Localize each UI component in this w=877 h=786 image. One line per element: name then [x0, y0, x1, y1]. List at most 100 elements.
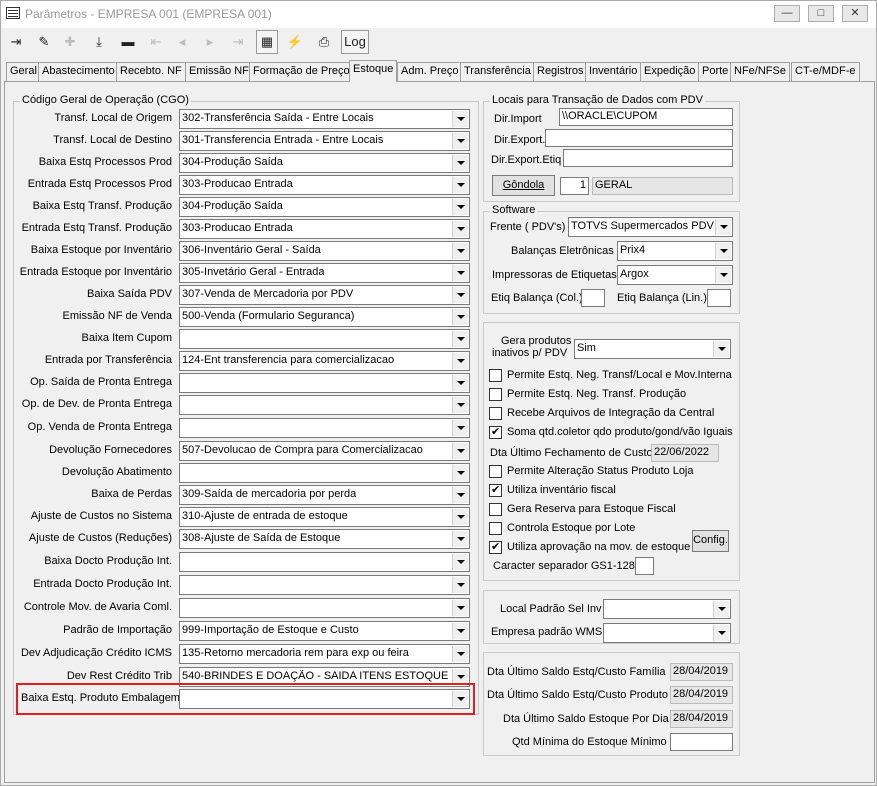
cgo-row-select[interactable]: 303-Producao Entrada [179, 219, 470, 239]
chevron-down-icon[interactable] [452, 577, 468, 593]
chevron-down-icon[interactable] [715, 219, 731, 235]
filter-icon[interactable]: ⚡ [284, 30, 306, 54]
chevron-down-icon[interactable] [452, 221, 468, 237]
tab-expedicao[interactable]: Expedição [640, 62, 700, 81]
cgo-row-select[interactable]: 306-Inventário Geral - Saída [179, 241, 470, 261]
chevron-down-icon[interactable] [452, 177, 468, 193]
exit-icon[interactable]: ⇥ [5, 30, 27, 54]
cgo-row-select[interactable]: 301-Transferencia Entrada - Entre Locais [179, 131, 470, 151]
permite-estq-neg-producao-checkbox[interactable] [489, 388, 502, 401]
tab-recebto-nf[interactable]: Recebto. NF [116, 62, 186, 81]
chevron-down-icon[interactable] [452, 443, 468, 459]
aprovacao-mov-checkbox[interactable] [489, 540, 502, 554]
grid-icon[interactable]: ▦ [256, 30, 278, 54]
chevron-down-icon[interactable] [452, 646, 468, 662]
delete-icon[interactable]: ▬ [117, 30, 139, 54]
chevron-down-icon[interactable] [452, 265, 468, 281]
cgo-row-select[interactable]: 304-Produção Saída [179, 153, 470, 173]
tab-cte-mdfe[interactable]: CT-e/MDF-e [791, 62, 860, 81]
chevron-down-icon[interactable] [452, 287, 468, 303]
chevron-down-icon[interactable] [452, 199, 468, 215]
gera-reserva-checkbox[interactable] [489, 503, 502, 516]
chevron-down-icon[interactable] [452, 623, 468, 639]
next-record-icon[interactable]: ▸ [199, 30, 221, 54]
cgo-row-select[interactable]: 309-Saída de mercadoria por perda [179, 485, 470, 505]
chevron-down-icon[interactable] [452, 155, 468, 171]
cgo-row-select[interactable]: 307-Venda de Mercadoria por PDV [179, 285, 470, 305]
first-record-icon[interactable]: ⇤ [145, 30, 167, 54]
cgo-row-select[interactable] [179, 418, 470, 438]
permite-estq-neg-checkbox[interactable] [489, 369, 502, 382]
chevron-down-icon[interactable] [715, 243, 731, 259]
cgo-row-select[interactable]: 308-Ajuste de Saída de Estoque [179, 529, 470, 549]
chevron-down-icon[interactable] [452, 397, 468, 413]
tab-adm-preco[interactable]: Adm. Preço [397, 62, 463, 81]
last-record-icon[interactable]: ⇥ [227, 30, 249, 54]
previous-record-icon[interactable]: ◂ [171, 30, 193, 54]
local-padrao-select[interactable] [603, 599, 731, 619]
cgo-row-select[interactable] [179, 373, 470, 393]
tab-emissao-nf[interactable]: Emissão NF [185, 62, 253, 81]
chevron-down-icon[interactable] [452, 531, 468, 547]
log-button[interactable]: Log [341, 30, 369, 54]
cgo-row-select[interactable]: 124-Ent transferencia para comercializac… [179, 351, 470, 371]
cgo-row-select[interactable]: 310-Ajuste de entrada de estoque [179, 507, 470, 527]
chevron-down-icon[interactable] [452, 375, 468, 391]
chevron-down-icon[interactable] [452, 554, 468, 570]
cgo-row-select[interactable]: 302-Transferência Saída - Entre Locais [179, 109, 470, 129]
gondola-button[interactable]: Gôndola [492, 175, 555, 196]
chevron-down-icon[interactable] [713, 625, 729, 641]
chevron-down-icon[interactable] [452, 487, 468, 503]
tab-registros[interactable]: Registros [533, 62, 588, 81]
cgo-row-select[interactable]: 507-Devolucao de Compra para Comercializ… [179, 441, 470, 461]
tab-formacao-preco[interactable]: Formação de Preço [249, 62, 354, 81]
maximize-button[interactable]: □ [808, 5, 834, 22]
frente-pdv-select[interactable]: TOTVS Supermercados PDV [568, 217, 733, 237]
cgo-row-select[interactable]: 304-Produção Saída [179, 197, 470, 217]
cgo-row-select[interactable]: 999-Importação de Estoque e Custo [179, 621, 470, 641]
cgo-row-select[interactable]: 135-Retorno mercadoria rem para exp ou f… [179, 644, 470, 664]
tab-estoque[interactable]: Estoque [349, 60, 398, 82]
cgo-row-select[interactable] [179, 575, 470, 595]
add-icon[interactable]: ✚ [59, 30, 81, 54]
chevron-down-icon[interactable] [452, 309, 468, 325]
config-button[interactable]: Config. [692, 530, 729, 552]
chevron-down-icon[interactable] [452, 331, 468, 347]
recebe-arquivos-checkbox[interactable] [489, 407, 502, 420]
chevron-down-icon[interactable] [452, 465, 468, 481]
etiq-lin-field[interactable] [707, 289, 731, 307]
gondola-number-field[interactable]: 1 [560, 177, 589, 195]
empresa-wms-select[interactable] [603, 623, 731, 643]
edit-icon[interactable]: ✎ [33, 30, 55, 54]
dir-export-etiq-field[interactable] [563, 149, 733, 167]
minimize-button[interactable]: — [774, 5, 800, 22]
chevron-down-icon[interactable] [713, 601, 729, 617]
etiq-col-field[interactable] [581, 289, 605, 307]
gera-produtos-select[interactable]: Sim [574, 339, 731, 359]
tab-porte[interactable]: Porte [698, 62, 733, 81]
cgo-row-select[interactable]: 500-Venda (Formulario Seguranca) [179, 307, 470, 327]
soma-qtd-coletor-checkbox[interactable] [489, 425, 502, 439]
cgo-row-select[interactable] [179, 552, 470, 572]
chevron-down-icon[interactable] [452, 420, 468, 436]
cgo-row-select[interactable]: 305-Invetário Geral - Entrada [179, 263, 470, 283]
dir-import-field[interactable]: \\ORACLE\CUPOM [559, 108, 733, 126]
tab-nfe-nfse[interactable]: NFe/NFSe [730, 62, 790, 81]
chevron-down-icon[interactable] [452, 353, 468, 369]
chevron-down-icon[interactable] [452, 509, 468, 525]
permite-alteracao-status-checkbox[interactable] [489, 465, 502, 478]
chevron-down-icon[interactable] [452, 243, 468, 259]
cgo-row-select[interactable] [179, 329, 470, 349]
impressoras-select[interactable]: Argox [617, 265, 733, 285]
tab-inventario[interactable]: Inventário [585, 62, 642, 81]
tab-transferencia[interactable]: Transferência [460, 62, 535, 81]
balancas-select[interactable]: Prix4 [617, 241, 733, 261]
print-icon[interactable]: ⎙ [313, 30, 335, 54]
chevron-down-icon[interactable] [713, 341, 729, 357]
chevron-down-icon[interactable] [715, 267, 731, 283]
qtd-minima-field[interactable] [670, 733, 733, 751]
chevron-down-icon[interactable] [452, 600, 468, 616]
save-icon[interactable]: ⤓ [88, 30, 110, 54]
tab-abastecimento[interactable]: Abastecimento [38, 62, 119, 81]
controla-lote-checkbox[interactable] [489, 522, 502, 535]
